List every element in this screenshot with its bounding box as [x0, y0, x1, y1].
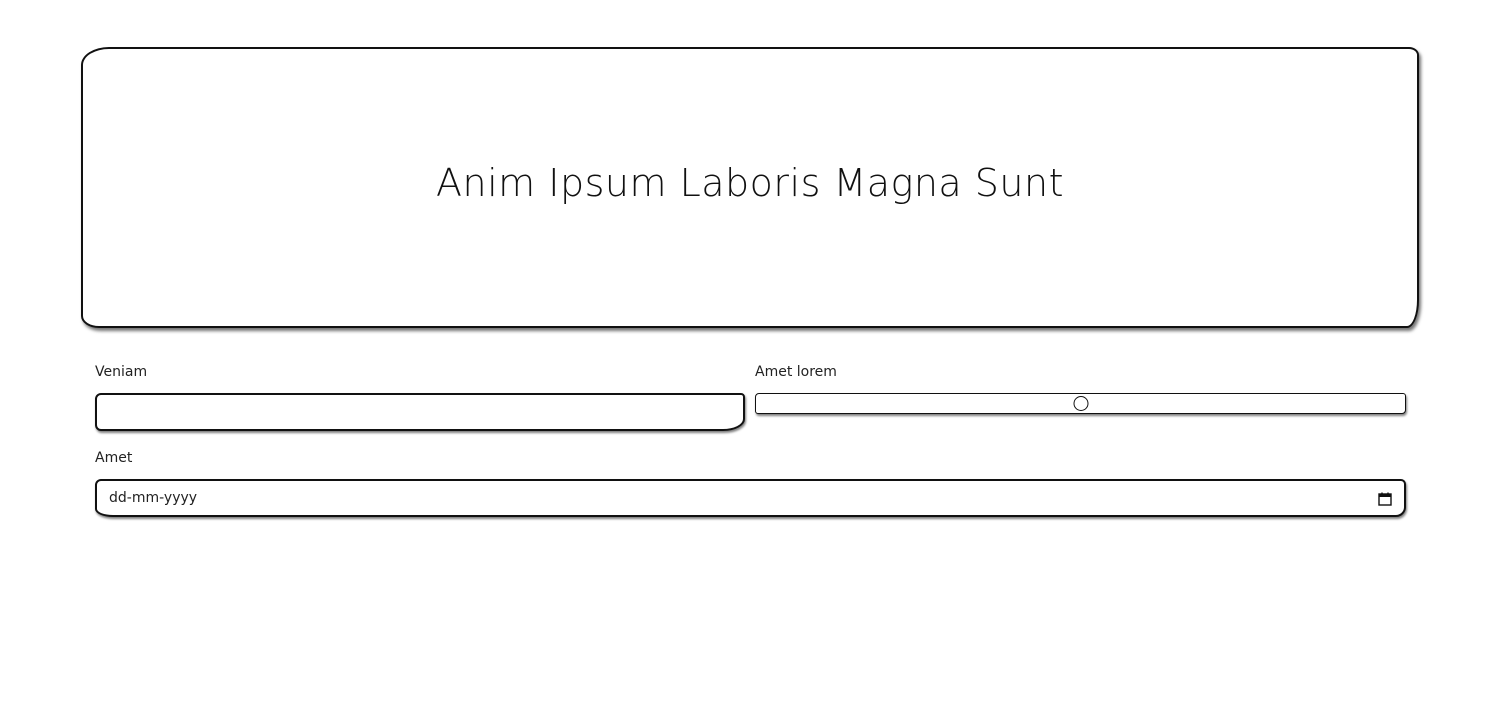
- amet-label: Amet: [95, 450, 133, 466]
- calendar-icon[interactable]: [1378, 491, 1392, 506]
- amet-date-input[interactable]: dd-mm-yyyy: [95, 479, 1406, 517]
- page-title: Anim Ipsum Laboris Magna Sunt: [436, 160, 1064, 205]
- slider-thumb[interactable]: [1073, 395, 1088, 411]
- amet-lorem-slider[interactable]: [755, 393, 1406, 414]
- hero-card: Anim Ipsum Laboris Magna Sunt: [81, 47, 1419, 328]
- date-placeholder: dd-mm-yyyy: [109, 490, 198, 506]
- page: Anim Ipsum Laboris Magna Sunt Veniam Ame…: [0, 0, 1500, 720]
- veniam-label: Veniam: [95, 364, 148, 380]
- amet-lorem-label: Amet lorem: [755, 364, 837, 380]
- veniam-input[interactable]: [95, 393, 745, 431]
